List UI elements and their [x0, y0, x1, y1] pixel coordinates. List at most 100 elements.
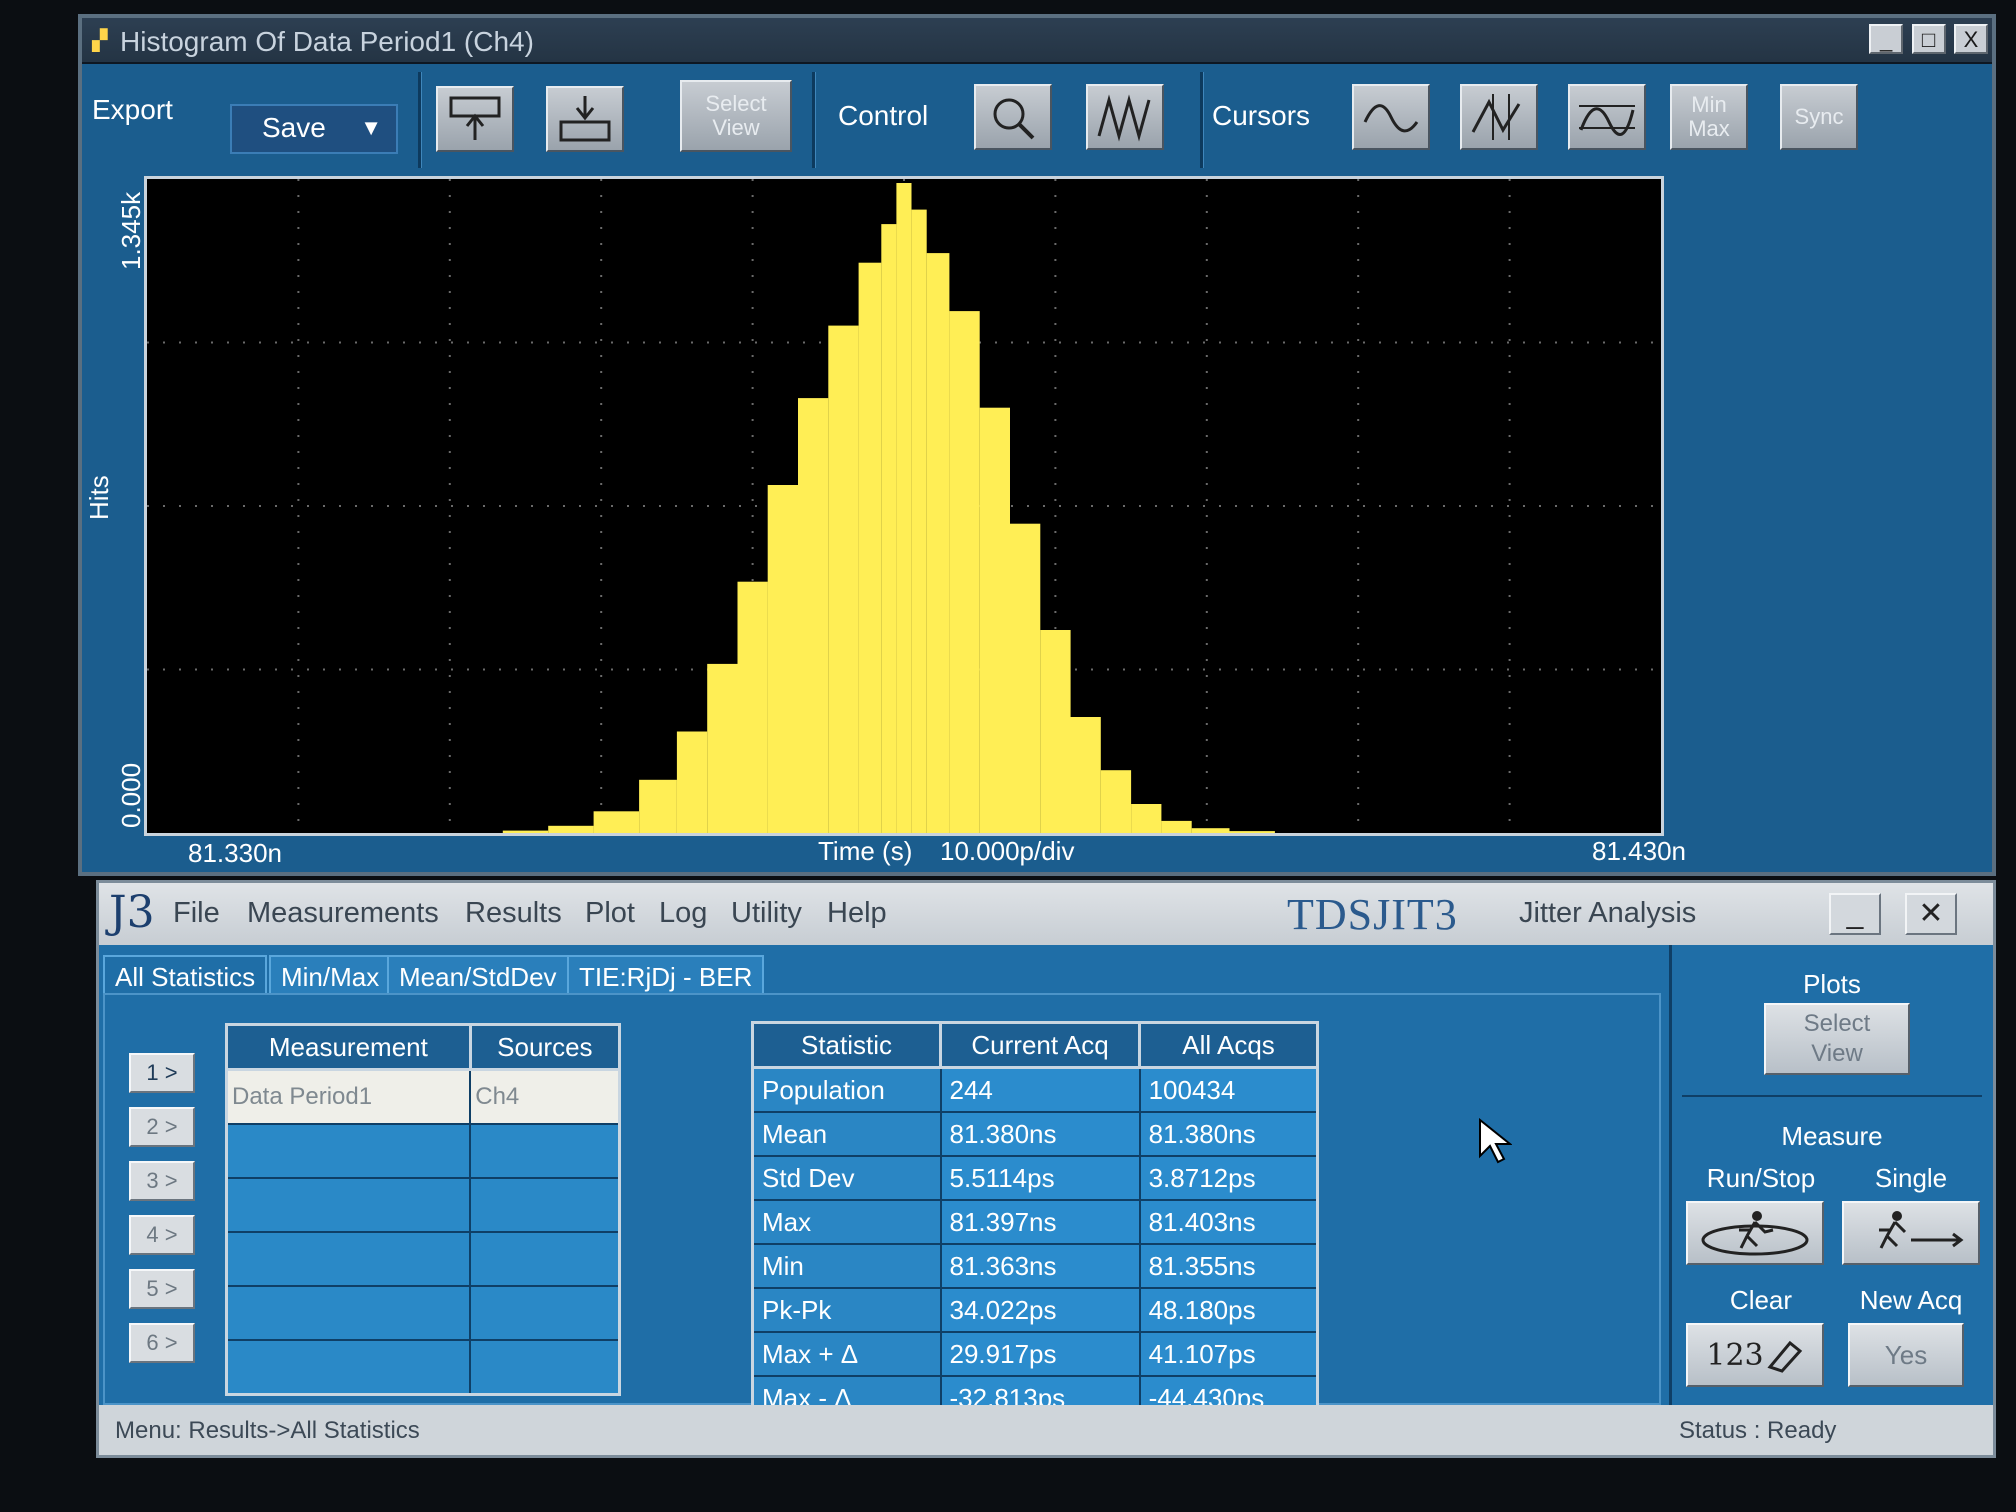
all-statistics-panel: 1 > 2 > 3 > 4 > 5 > 6 > Measurement Sour…	[103, 993, 1661, 1422]
cursors-label: Cursors	[1212, 100, 1311, 131]
tab-mean-stddev[interactable]: Mean/StdDev	[387, 955, 569, 995]
statistic-name: Min	[751, 1243, 942, 1289]
histogram-bar	[881, 224, 897, 833]
x-min-label: 81.330n	[188, 838, 282, 868]
statistic-name: Max	[751, 1199, 942, 1245]
measurement-cell	[225, 1285, 472, 1341]
table-row[interactable]	[225, 1285, 621, 1341]
histogram-bar	[949, 311, 980, 833]
histogram-bar	[767, 485, 798, 833]
source-cell	[469, 1123, 621, 1179]
close-button[interactable]: X	[1954, 24, 1988, 54]
cursor-horizontal-button[interactable]	[1568, 84, 1646, 150]
table-row: Std Dev 5.5114ps 3.8712ps	[751, 1155, 1319, 1201]
x-axis-label: Time (s)	[818, 836, 913, 866]
run-stop-button[interactable]	[1686, 1201, 1824, 1265]
tab-all-statistics[interactable]: All Statistics	[103, 955, 268, 995]
cursor-vertical-button[interactable]	[1460, 84, 1538, 150]
measurement-table: Measurement Sources Data Period1 Ch4	[225, 1023, 622, 1396]
histogram-plot[interactable]	[144, 176, 1664, 836]
sources-header: Sources	[468, 1023, 622, 1071]
clear-button[interactable]: 123	[1686, 1323, 1824, 1387]
minimize-button[interactable]: _	[1869, 24, 1904, 54]
zoom-in-view-button[interactable]	[546, 86, 624, 152]
histogram-bar	[1191, 828, 1230, 833]
histogram-window: ▞ Histogram Of Data Period1 (Ch4) _ □ X …	[78, 14, 1996, 876]
save-dropdown[interactable]: Save ▼	[230, 104, 398, 154]
tab-tie-rjdj-ber[interactable]: TIE:RjDj - BER	[567, 955, 765, 995]
single-button[interactable]	[1842, 1201, 1980, 1265]
menu-utility[interactable]: Utility	[731, 897, 802, 930]
slot-button-6[interactable]: 6 >	[129, 1323, 195, 1363]
histogram-bar	[737, 581, 768, 833]
zoom-out-view-button[interactable]	[436, 86, 514, 152]
pan-waveform-button[interactable]	[1086, 84, 1164, 150]
histogram-bar	[548, 825, 594, 833]
slot-button-1[interactable]: 1 >	[129, 1053, 195, 1093]
plots-label: Plots	[1803, 969, 1861, 999]
new-acq-yes-button[interactable]: Yes	[1848, 1323, 1964, 1387]
menu-file[interactable]: File	[173, 897, 220, 930]
table-row: Population 244 100434	[751, 1066, 1319, 1113]
table-row[interactable]: Data Period1 Ch4	[225, 1068, 621, 1125]
zoom-button[interactable]	[974, 84, 1052, 150]
histogram-bar	[926, 253, 950, 833]
measurement-header: Measurement	[225, 1023, 472, 1071]
cursor-wave-button[interactable]	[1352, 84, 1430, 150]
menu-measurements[interactable]: Measurements	[247, 897, 439, 930]
j3-logo: J3	[109, 887, 155, 938]
j3-close-button[interactable]: ✕	[1905, 893, 1957, 935]
arrow-up-box-icon	[449, 96, 501, 140]
histogram-bar	[979, 407, 1010, 833]
slot-button-2[interactable]: 2 >	[129, 1107, 195, 1147]
current-acq-value: 81.380ns	[939, 1111, 1141, 1157]
source-cell	[469, 1231, 621, 1287]
brand-subtitle: Jitter Analysis	[1519, 897, 1697, 929]
horizontal-cursor-icon	[1579, 105, 1635, 136]
measurement-cell	[225, 1231, 472, 1287]
sync-button[interactable]: Sync	[1780, 84, 1858, 150]
table-row: Min 81.363ns 81.355ns	[751, 1243, 1319, 1289]
current-acq-header: Current Acq	[939, 1021, 1142, 1069]
menu-results[interactable]: Results	[465, 897, 562, 930]
histogram-bar	[1070, 717, 1101, 833]
table-row[interactable]	[225, 1123, 621, 1179]
table-row[interactable]	[225, 1177, 621, 1233]
current-acq-value: 81.397ns	[939, 1199, 1141, 1245]
plots-select-view-button[interactable]: Select View	[1764, 1003, 1910, 1075]
statistic-name: Max + Δ	[751, 1331, 942, 1377]
table-row: Mean 81.380ns 81.380ns	[751, 1111, 1319, 1157]
eraser-icon	[1767, 1340, 1802, 1373]
statistic-header: Statistic	[750, 1021, 943, 1069]
slot-button-4[interactable]: 4 >	[129, 1215, 195, 1255]
table-row[interactable]	[225, 1339, 621, 1396]
histogram-titlebar[interactable]: ▞ Histogram Of Data Period1 (Ch4) _ □ X	[82, 18, 1992, 64]
all-acqs-value: 48.180ps	[1138, 1287, 1319, 1333]
min-max-button[interactable]: Min Max	[1670, 84, 1748, 150]
source-cell	[469, 1339, 621, 1396]
current-acq-value: 244	[939, 1066, 1141, 1113]
histogram-bar	[1161, 820, 1192, 833]
current-acq-value: 81.363ns	[939, 1243, 1141, 1289]
new-acq-label: New Acq	[1859, 1285, 1963, 1315]
status-text: Status : Ready	[1679, 1417, 1837, 1444]
slot-button-3[interactable]: 3 >	[129, 1161, 195, 1201]
chevron-down-icon: ▼	[360, 115, 382, 140]
menu-help[interactable]: Help	[827, 897, 887, 930]
all-acqs-value: 100434	[1138, 1066, 1319, 1113]
maximize-button[interactable]: □	[1911, 24, 1946, 54]
current-acq-value: 5.5114ps	[939, 1155, 1141, 1201]
j3-minimize-button[interactable]: _	[1829, 893, 1881, 935]
x-max-label: 81.430n	[1592, 836, 1686, 866]
brand-title: TDSJIT3	[1287, 890, 1458, 939]
slot-button-5[interactable]: 5 >	[129, 1269, 195, 1309]
histogram-bar	[639, 779, 677, 833]
menu-log[interactable]: Log	[659, 897, 707, 930]
table-row[interactable]	[225, 1231, 621, 1287]
all-acqs-value: 41.107ps	[1138, 1331, 1319, 1377]
j3-menubar: J3 File Measurements Results Plot Log Ut…	[99, 883, 1993, 945]
sine-wave-icon	[1363, 104, 1419, 133]
select-view-button[interactable]: Select View	[680, 80, 792, 152]
menu-plot[interactable]: Plot	[585, 897, 635, 930]
tab-min-max[interactable]: Min/Max	[269, 955, 392, 995]
